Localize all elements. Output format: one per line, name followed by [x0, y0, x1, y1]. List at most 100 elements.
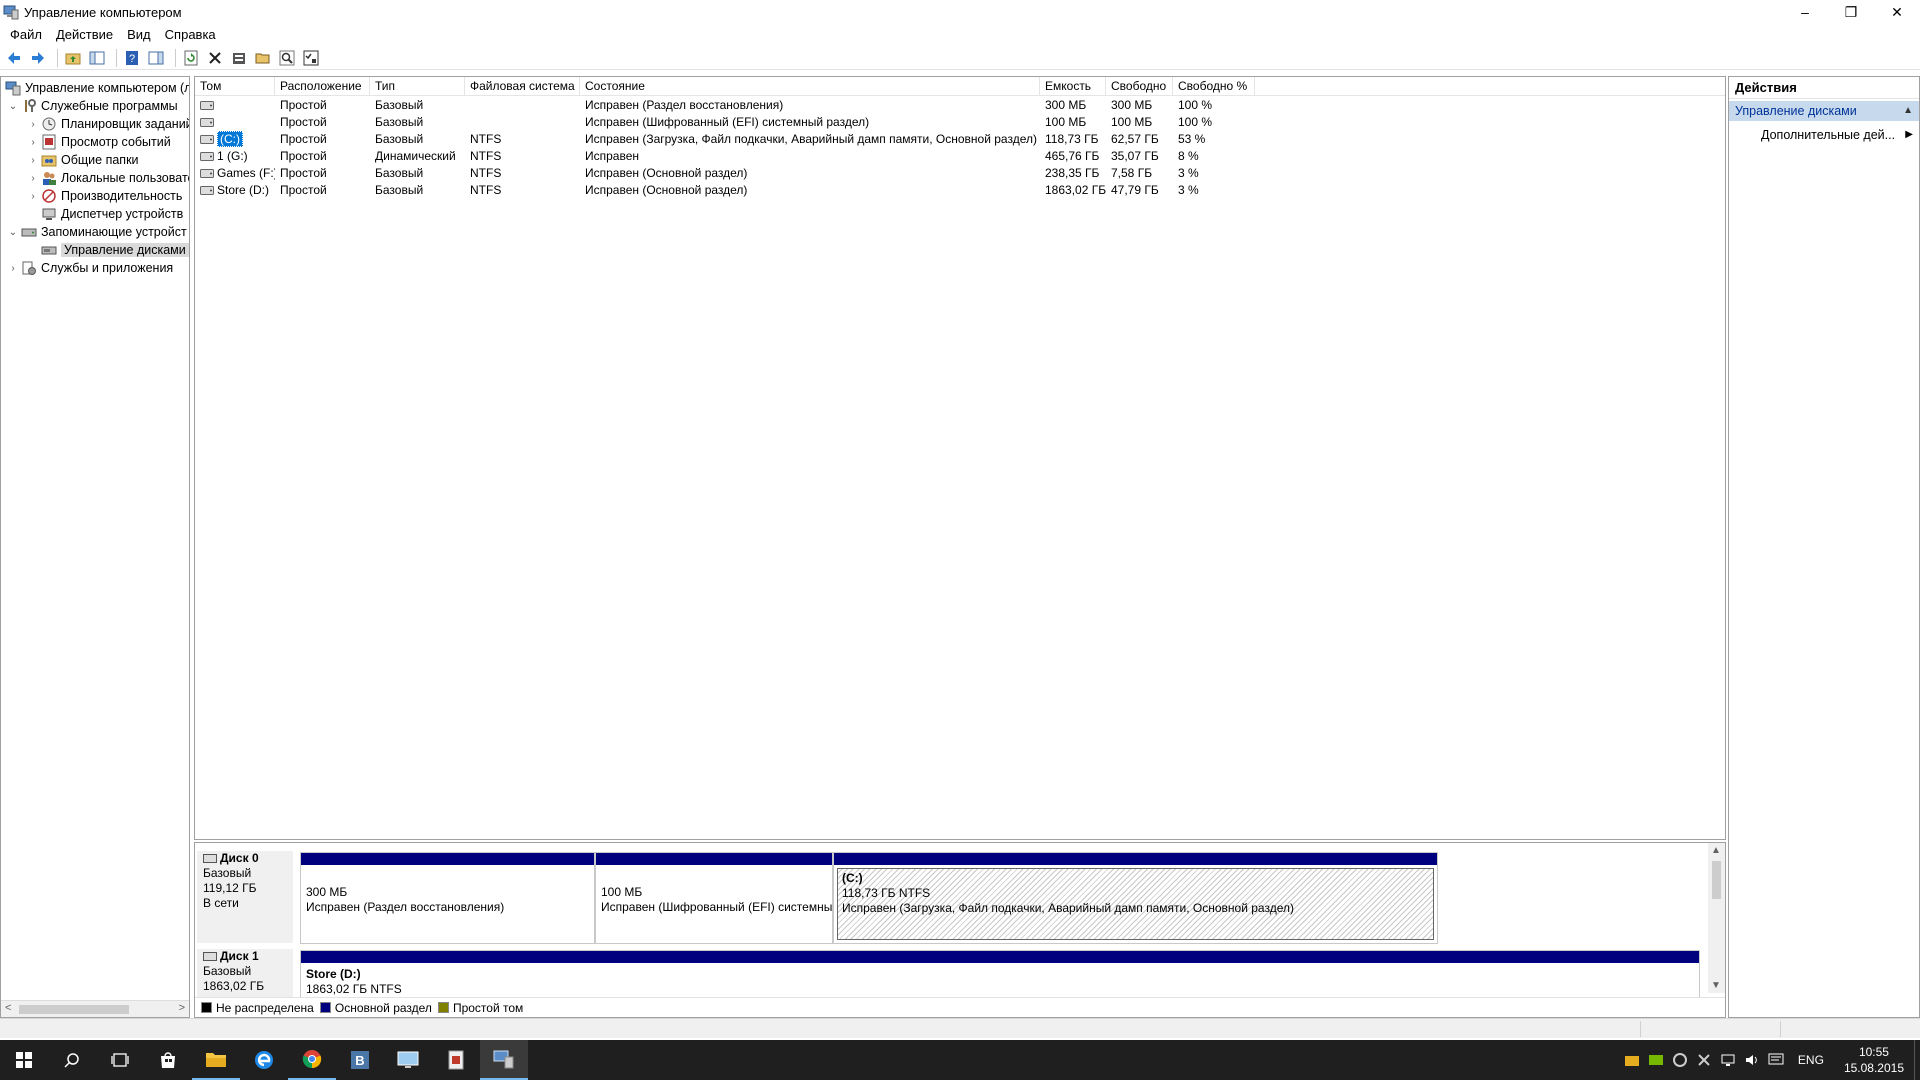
- column-header-type[interactable]: Тип: [370, 77, 465, 96]
- file-explorer-app[interactable]: [192, 1040, 240, 1080]
- tree-item-event-viewer[interactable]: › Просмотр событий: [27, 133, 171, 151]
- tree-item-label: Планировщик заданий: [61, 117, 190, 131]
- chevron-right-icon[interactable]: ›: [27, 119, 39, 130]
- chevron-right-icon[interactable]: ›: [27, 173, 39, 184]
- show-actions-button[interactable]: [146, 48, 166, 68]
- menu-view[interactable]: Вид: [120, 27, 158, 42]
- scroll-right-icon[interactable]: >: [179, 1002, 185, 1014]
- scroll-down-icon[interactable]: ▼: [1711, 980, 1721, 991]
- edge-app[interactable]: [240, 1040, 288, 1080]
- tree-item-shared-folders[interactable]: › Общие папки: [27, 151, 138, 169]
- partition-efi[interactable]: 100 МБ Исправен (Шифрованный (EFI) систе…: [595, 852, 833, 944]
- chevron-right-icon[interactable]: ›: [27, 155, 39, 166]
- notifications-icon[interactable]: [1764, 1040, 1788, 1080]
- partition-size: 100 МБ: [601, 885, 643, 899]
- legend-swatch-unallocated: [201, 1002, 212, 1013]
- column-header-layout[interactable]: Расположение: [275, 77, 370, 96]
- security-icon[interactable]: [1692, 1040, 1716, 1080]
- disk-0-label[interactable]: Диск 0 Базовый 119,12 ГБ В сети: [197, 851, 293, 943]
- chevron-right-icon[interactable]: ›: [27, 137, 39, 148]
- document-app[interactable]: [432, 1040, 480, 1080]
- vk-app[interactable]: B: [336, 1040, 384, 1080]
- table-row-selected[interactable]: (C:) Простой Базовый NTFS Исправен (Загр…: [195, 131, 1295, 148]
- start-button[interactable]: [0, 1040, 48, 1080]
- search-button[interactable]: [48, 1040, 96, 1080]
- tree-item-services-apps[interactable]: › Службы и приложения: [7, 259, 173, 277]
- close-button[interactable]: ✕: [1874, 0, 1920, 24]
- chevron-down-icon[interactable]: ⌄: [7, 227, 19, 238]
- menu-action[interactable]: Действие: [49, 27, 120, 42]
- tree-item-computer-management[interactable]: Управление компьютером (л: [3, 79, 189, 97]
- column-header-capacity[interactable]: Емкость: [1040, 77, 1106, 96]
- scroll-up-icon[interactable]: ▲: [1711, 845, 1721, 856]
- chevron-down-icon[interactable]: ⌄: [7, 101, 19, 112]
- search-button[interactable]: [277, 48, 297, 68]
- open-button[interactable]: [253, 48, 273, 68]
- tray-folder-icon[interactable]: [1620, 1040, 1644, 1080]
- tree-item-task-scheduler[interactable]: › Планировщик заданий: [27, 115, 190, 133]
- tree-item-storage[interactable]: ⌄ Запоминающие устройст: [7, 223, 187, 241]
- show-desktop-button[interactable]: [1914, 1040, 1920, 1080]
- graph-vertical-scrollbar[interactable]: ▲ ▼: [1708, 843, 1725, 993]
- column-header-volume[interactable]: Том: [195, 77, 275, 96]
- column-header-filesystem[interactable]: Файловая система: [465, 77, 580, 96]
- up-level-button[interactable]: [63, 48, 83, 68]
- restore-button[interactable]: ❐: [1828, 0, 1874, 24]
- column-header-free-percent[interactable]: Свободно %: [1173, 77, 1255, 96]
- collapse-icon[interactable]: ▲: [1903, 101, 1913, 121]
- chevron-right-icon[interactable]: ›: [27, 191, 39, 202]
- scroll-left-icon[interactable]: <: [5, 1002, 11, 1014]
- disk-0-size: 119,12 ГБ: [203, 881, 257, 895]
- column-header-status[interactable]: Состояние: [580, 77, 1040, 96]
- network-icon[interactable]: [1716, 1040, 1740, 1080]
- delete-button[interactable]: [205, 48, 225, 68]
- refresh-button[interactable]: [181, 48, 201, 68]
- volume-layout: Простой: [280, 183, 327, 197]
- delete-x-icon: [209, 51, 221, 64]
- table-row[interactable]: 1 (G:) Простой Динамический NTFS Исправе…: [195, 148, 1295, 165]
- tree-item-local-users[interactable]: › Локальные пользовате: [27, 169, 189, 187]
- forward-button[interactable]: [28, 48, 48, 68]
- partition-recovery[interactable]: 300 МБ Исправен (Раздел восстановления): [300, 852, 595, 944]
- volume-capacity: 1863,02 ГБ: [1045, 183, 1106, 197]
- partition-color-bar: [596, 853, 832, 865]
- chevron-right-icon[interactable]: ›: [7, 263, 19, 274]
- scrollbar-thumb[interactable]: [19, 1005, 129, 1014]
- nvidia-icon[interactable]: [1644, 1040, 1668, 1080]
- table-row[interactable]: Простой Базовый Исправен (Шифрованный (E…: [195, 114, 1295, 131]
- volume-capacity: 300 МБ: [1045, 98, 1087, 112]
- table-row[interactable]: Store (D:) Простой Базовый NTFS Исправен…: [195, 182, 1295, 199]
- tree-horizontal-scrollbar[interactable]: < >: [1, 1000, 189, 1017]
- disk-settings-button[interactable]: [301, 48, 321, 68]
- column-header-free[interactable]: Свободно: [1106, 77, 1173, 96]
- volume-type: Базовый: [375, 132, 424, 146]
- menu-file[interactable]: Файл: [3, 27, 49, 42]
- minimize-button[interactable]: –: [1782, 0, 1828, 24]
- properties-button[interactable]: [229, 48, 249, 68]
- volume-icon[interactable]: [1740, 1040, 1764, 1080]
- back-button[interactable]: [4, 48, 24, 68]
- tree-item-performance[interactable]: › Производительность: [27, 187, 182, 205]
- store-app[interactable]: [144, 1040, 192, 1080]
- tree-item-device-manager[interactable]: Диспетчер устройств: [39, 205, 183, 223]
- more-actions-item[interactable]: Дополнительные дей... ▶: [1729, 125, 1919, 145]
- task-view-button[interactable]: [96, 1040, 144, 1080]
- chrome-app[interactable]: [288, 1040, 336, 1080]
- scrollbar-thumb[interactable]: [1712, 861, 1721, 899]
- remote-desktop-app[interactable]: [384, 1040, 432, 1080]
- table-row[interactable]: Games (F:) Простой Базовый NTFS Исправен…: [195, 165, 1295, 182]
- table-row[interactable]: Простой Базовый Исправен (Раздел восстан…: [195, 97, 1295, 114]
- tree-item-disk-management[interactable]: Управление дисками: [39, 241, 189, 259]
- menu-help[interactable]: Справка: [158, 27, 223, 42]
- actions-section-disk-management[interactable]: Управление дисками ▲: [1729, 101, 1919, 121]
- computer-management-app[interactable]: [480, 1040, 528, 1080]
- steam-icon[interactable]: [1668, 1040, 1692, 1080]
- show-hide-tree-button[interactable]: [87, 48, 107, 68]
- volume-free: 35,07 ГБ: [1111, 149, 1159, 163]
- volume-drive-icon: [200, 152, 214, 161]
- partition-c-drive[interactable]: (C:) 118,73 ГБ NTFS Исправен (Загрузка, …: [833, 852, 1438, 944]
- help-button[interactable]: ?: [122, 48, 142, 68]
- input-language[interactable]: ENG: [1788, 1053, 1834, 1067]
- tree-item-system-tools[interactable]: ⌄ Служебные программы: [7, 97, 178, 115]
- clock[interactable]: 10:55 15.08.2015: [1834, 1044, 1914, 1076]
